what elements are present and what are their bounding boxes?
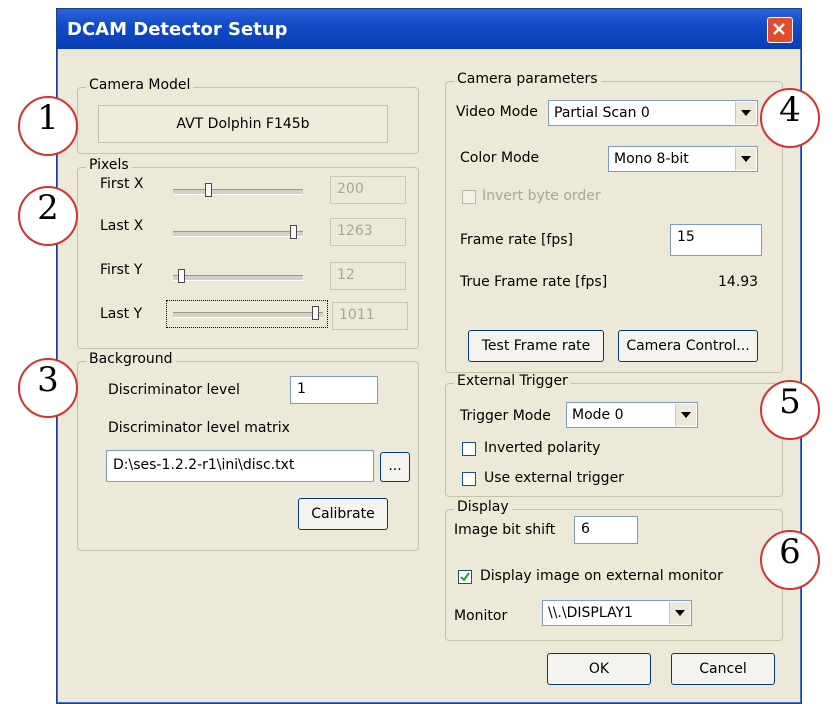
color-mode-select[interactable]: Mono 8-bit [608, 146, 758, 172]
title-bar[interactable]: DCAM Detector Setup [57, 9, 801, 49]
monitor-value: \\.\DISPLAY1 [548, 605, 633, 621]
external-trigger-group: External Trigger Trigger Mode Mode 0 Inv… [445, 373, 783, 497]
pixels-legend: Pixels [86, 157, 132, 173]
true-frame-rate-label: True Frame rate [fps] [460, 274, 608, 290]
bit-shift-field[interactable]: 6 [574, 516, 638, 544]
first-y-slider[interactable] [173, 275, 303, 281]
background-group: Background Discriminator level 1 Discrim… [77, 351, 419, 551]
bit-shift-label: Image bit shift [454, 522, 556, 538]
external-trigger-legend: External Trigger [454, 373, 571, 389]
true-frame-rate-value: 14.93 [718, 274, 759, 290]
camera-model-legend: Camera Model [86, 77, 194, 93]
pixels-group: Pixels First X 200 Last X 1263 First Y 1… [77, 157, 419, 349]
callout-4: 4 [760, 88, 820, 148]
trigger-mode-select[interactable]: Mode 0 [566, 402, 698, 428]
last-x-slider-thumb[interactable] [290, 225, 297, 239]
frame-rate-label: Frame rate [fps] [460, 232, 573, 248]
display-legend: Display [454, 499, 512, 515]
invert-byte-checkbox[interactable] [462, 190, 476, 204]
close-icon [773, 23, 785, 35]
video-mode-value: Partial Scan 0 [554, 105, 650, 121]
ok-button[interactable]: OK [547, 653, 651, 685]
cancel-button[interactable]: Cancel [671, 653, 775, 685]
display-group: Display Image bit shift 6 Display image … [445, 499, 783, 641]
first-y-field[interactable]: 12 [330, 262, 406, 290]
first-y-slider-thumb[interactable] [178, 269, 185, 283]
color-mode-dropdown-button[interactable] [735, 148, 756, 170]
chevron-down-icon [741, 156, 751, 162]
monitor-select[interactable]: \\.\DISPLAY1 [542, 600, 692, 626]
first-x-slider-thumb[interactable] [205, 183, 212, 197]
callout-2: 2 [18, 186, 78, 246]
checkmark-icon [460, 572, 470, 582]
camera-parameters-legend: Camera parameters [454, 71, 601, 87]
trigger-mode-value: Mode 0 [572, 407, 624, 423]
test-frame-rate-button[interactable]: Test Frame rate [468, 330, 604, 362]
dialog-title: DCAM Detector Setup [67, 19, 288, 40]
last-y-field[interactable]: 1011 [332, 302, 408, 330]
calibrate-button[interactable]: Calibrate [298, 498, 388, 530]
display-external-label: Display image on external monitor [480, 568, 723, 584]
browse-button[interactable]: ... [380, 452, 410, 482]
camera-parameters-group: Camera parameters Video Mode Partial Sca… [445, 71, 783, 373]
color-mode-label: Color Mode [460, 150, 540, 166]
color-mode-value: Mono 8-bit [614, 151, 689, 167]
monitor-label: Monitor [454, 608, 508, 624]
trigger-mode-dropdown-button[interactable] [675, 404, 696, 426]
callout-3: 3 [18, 358, 78, 418]
display-external-checkbox[interactable] [458, 570, 472, 584]
video-mode-select[interactable]: Partial Scan 0 [548, 100, 758, 126]
frame-rate-field[interactable]: 15 [670, 224, 762, 256]
last-x-label: Last X [100, 218, 144, 234]
close-button[interactable] [767, 17, 793, 43]
first-x-field[interactable]: 200 [330, 176, 406, 204]
callout-1: 1 [18, 96, 78, 156]
inverted-polarity-label: Inverted polarity [484, 440, 601, 456]
invert-byte-label: Invert byte order [482, 188, 601, 204]
disc-matrix-path-field[interactable]: D:\ses-1.2.2-r1\ini\disc.txt [106, 450, 374, 482]
video-mode-label: Video Mode [456, 104, 538, 120]
camera-model-group: Camera Model AVT Dolphin F145b [77, 77, 419, 154]
inverted-polarity-checkbox[interactable] [462, 442, 476, 456]
use-external-trigger-checkbox[interactable] [462, 472, 476, 486]
dcam-detector-setup-dialog: DCAM Detector Setup Camera Model AVT Dol… [56, 8, 802, 704]
background-legend: Background [86, 351, 176, 367]
use-external-trigger-label: Use external trigger [484, 470, 624, 486]
last-y-label: Last Y [100, 306, 143, 322]
camera-model-value: AVT Dolphin F145b [98, 105, 388, 143]
last-x-field[interactable]: 1263 [330, 218, 406, 246]
first-y-label: First Y [100, 262, 143, 278]
last-y-slider[interactable] [173, 312, 323, 318]
disc-level-field[interactable]: 1 [290, 376, 378, 404]
first-x-label: First X [100, 176, 144, 192]
video-mode-dropdown-button[interactable] [735, 102, 756, 124]
chevron-down-icon [675, 610, 685, 616]
disc-level-label: Discriminator level [108, 382, 240, 398]
last-y-slider-thumb[interactable] [312, 306, 319, 320]
last-x-slider[interactable] [173, 231, 303, 237]
trigger-mode-label: Trigger Mode [460, 408, 551, 424]
callout-5: 5 [760, 380, 820, 440]
disc-matrix-label: Discriminator level matrix [108, 420, 290, 436]
monitor-dropdown-button[interactable] [669, 602, 690, 624]
camera-control-button[interactable]: Camera Control... [618, 330, 758, 362]
chevron-down-icon [741, 110, 751, 116]
callout-6: 6 [760, 530, 820, 590]
first-x-slider[interactable] [173, 189, 303, 195]
chevron-down-icon [681, 412, 691, 418]
